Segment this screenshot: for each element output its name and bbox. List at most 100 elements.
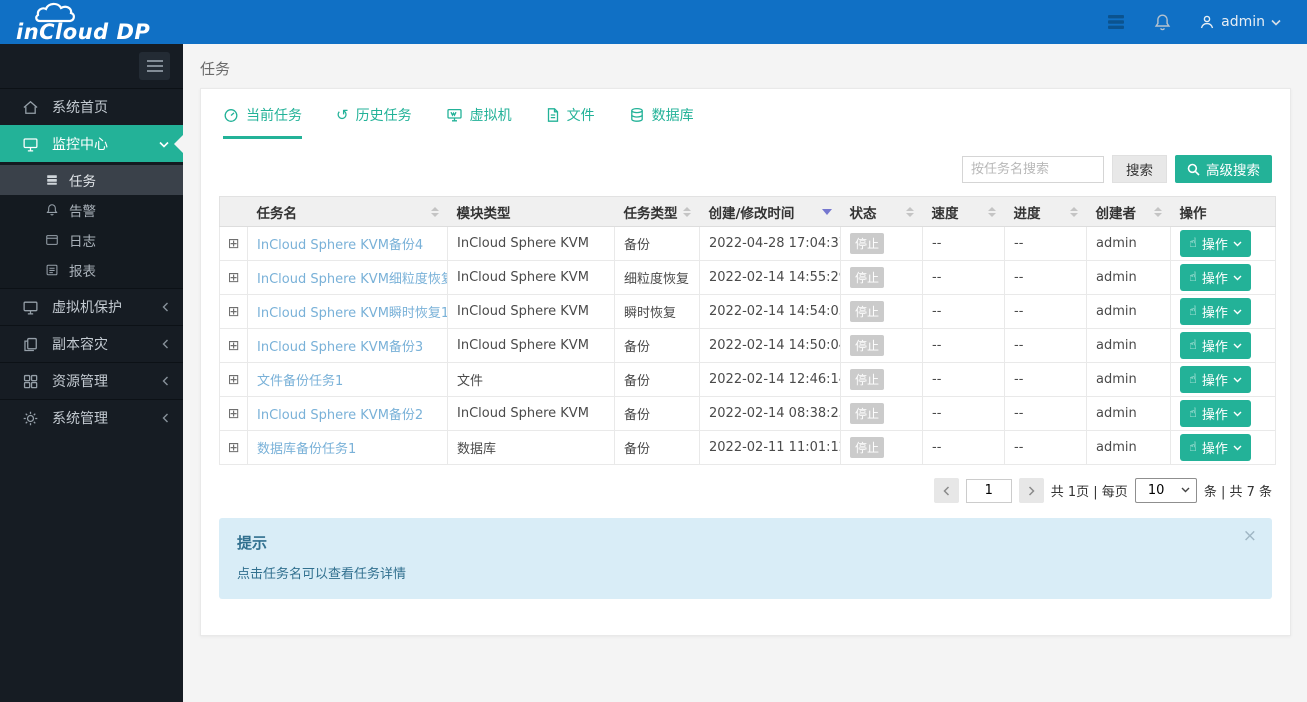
creator-cell: admin xyxy=(1086,328,1171,363)
main-content: 任务 当前任务 ↺ 历史任务 虚拟机 文件 数据库 按任务名搜索 搜索 高级搜索… xyxy=(183,44,1307,702)
sidebar-item-system-management[interactable]: 系统管理 xyxy=(0,399,183,436)
sidebar-item-alerts[interactable]: 告警 xyxy=(0,195,183,225)
expand-row-icon[interactable]: ⊞ xyxy=(228,406,240,422)
task-name-link[interactable]: InCloud Sphere KVM细粒度恢复1 xyxy=(257,272,447,287)
sidebar-item-replica-dr[interactable]: 副本容灾 xyxy=(0,325,183,362)
log-window-icon xyxy=(45,233,59,247)
created-time-cell: 2022-02-14 14:55:29 xyxy=(699,260,841,295)
sidebar-item-home[interactable]: 系统首页 xyxy=(0,88,183,125)
tab-label: 当前任务 xyxy=(246,108,302,124)
task-name-link[interactable]: 文件备份任务1 xyxy=(257,374,343,389)
chevron-down-icon xyxy=(1233,445,1242,450)
bell-icon xyxy=(45,203,59,217)
row-action-button[interactable]: ☝ 操作 xyxy=(1180,366,1251,393)
module-type-cell: 文件 xyxy=(447,362,615,397)
tab-label: 历史任务 xyxy=(355,108,412,124)
speed-cell: -- xyxy=(922,396,1005,431)
sidebar-item-tasks[interactable]: 任务 xyxy=(0,165,183,195)
tab-databases[interactable]: 数据库 xyxy=(629,105,694,139)
column-expand xyxy=(219,196,248,227)
status-badge: 停止 xyxy=(850,437,885,458)
row-action-button[interactable]: ☝ 操作 xyxy=(1180,298,1251,325)
column-creator[interactable]: 创建者 xyxy=(1086,196,1171,227)
progress-cell: -- xyxy=(1004,328,1087,363)
next-page-button[interactable] xyxy=(1018,478,1044,503)
servers-icon[interactable] xyxy=(1106,14,1126,30)
top-bar: inCloud DP admin xyxy=(0,0,1307,44)
tip-title: 提示 xyxy=(237,534,268,552)
task-search-input[interactable] xyxy=(962,155,1104,183)
module-type-cell: InCloud Sphere KVM xyxy=(447,328,615,363)
close-icon[interactable]: × xyxy=(1243,528,1257,545)
advanced-search-button[interactable]: 高级搜索 xyxy=(1175,155,1272,183)
task-name-link[interactable]: InCloud Sphere KVM备份4 xyxy=(257,238,423,253)
notifications-bell-icon[interactable] xyxy=(1154,13,1171,32)
column-created-time[interactable]: 创建/修改时间 xyxy=(699,196,841,227)
row-action-button[interactable]: ☝ 操作 xyxy=(1180,264,1251,291)
tab-history-tasks[interactable]: ↺ 历史任务 xyxy=(336,105,412,139)
row-action-button[interactable]: ☝ 操作 xyxy=(1180,400,1251,427)
chevron-down-icon xyxy=(1233,411,1242,416)
table-row: ⊞ InCloud Sphere KVM细粒度恢复1 InCloud Spher… xyxy=(219,260,1276,295)
module-type-cell: InCloud Sphere KVM xyxy=(447,260,615,295)
column-task-name[interactable]: 任务名 xyxy=(247,196,448,227)
row-action-button[interactable]: ☝ 操作 xyxy=(1180,332,1251,359)
module-type-cell: InCloud Sphere KVM xyxy=(447,396,615,431)
sidebar-collapse-button[interactable] xyxy=(139,52,170,80)
expand-row-icon[interactable]: ⊞ xyxy=(228,338,240,354)
status-badge: 停止 xyxy=(850,301,885,322)
expand-row-icon[interactable]: ⊞ xyxy=(228,270,240,286)
pagination: 共 1页 | 每页 10 条 | 共 7 条 xyxy=(219,478,1272,503)
task-name-link[interactable]: InCloud Sphere KVM瞬时恢复1 xyxy=(257,306,447,321)
sidebar-item-vm-protection[interactable]: 虚拟机保护 xyxy=(0,288,183,325)
page-number-input[interactable] xyxy=(965,478,1012,503)
user-menu[interactable]: admin xyxy=(1199,14,1281,30)
sidebar-item-label: 系统首页 xyxy=(52,100,108,116)
task-type-cell: 瞬时恢复 xyxy=(614,294,700,329)
expand-row-icon[interactable]: ⊞ xyxy=(228,440,240,456)
tab-bar: 当前任务 ↺ 历史任务 虚拟机 文件 数据库 xyxy=(219,103,1272,139)
prev-page-button[interactable] xyxy=(933,478,959,503)
report-icon xyxy=(45,263,59,277)
column-task-type[interactable]: 任务类型 xyxy=(614,196,700,227)
speed-cell: -- xyxy=(922,362,1005,397)
column-speed[interactable]: 速度 xyxy=(922,196,1005,227)
sidebar-item-logs[interactable]: 日志 xyxy=(0,225,183,255)
gear-icon xyxy=(22,410,39,427)
tab-current-tasks[interactable]: 当前任务 xyxy=(223,105,302,139)
app-logo: inCloud DP xyxy=(16,0,150,44)
file-icon xyxy=(546,107,560,123)
module-type-cell: InCloud Sphere KVM xyxy=(447,294,615,329)
module-type-cell: InCloud Sphere KVM xyxy=(447,226,615,261)
sidebar-item-monitoring-center[interactable]: 监控中心 xyxy=(0,125,183,162)
sidebar-item-label: 日志 xyxy=(69,234,96,250)
task-type-cell: 备份 xyxy=(614,362,700,397)
tab-files[interactable]: 文件 xyxy=(546,105,595,139)
per-page-select[interactable]: 10 xyxy=(1134,478,1197,503)
task-name-link[interactable]: InCloud Sphere KVM备份3 xyxy=(257,340,423,355)
tab-virtual-machines[interactable]: 虚拟机 xyxy=(446,105,512,139)
table-row: ⊞ InCloud Sphere KVM备份4 InCloud Sphere K… xyxy=(219,226,1276,261)
expand-row-icon[interactable]: ⊞ xyxy=(228,304,240,320)
chevron-down-icon xyxy=(1271,19,1281,26)
sidebar-item-label: 报表 xyxy=(69,264,96,280)
page-title: 任务 xyxy=(200,60,231,78)
column-module-type[interactable]: 模块类型 xyxy=(447,196,615,227)
home-icon xyxy=(22,99,39,116)
column-progress[interactable]: 进度 xyxy=(1004,196,1087,227)
task-name-link[interactable]: InCloud Sphere KVM备份2 xyxy=(257,408,423,423)
search-button[interactable]: 搜索 xyxy=(1112,155,1167,183)
advanced-search-label: 高级搜索 xyxy=(1206,163,1260,179)
action-label: 操作 xyxy=(1201,238,1228,253)
speed-cell: -- xyxy=(922,430,1005,465)
sidebar-item-label: 资源管理 xyxy=(52,374,108,390)
sidebar-item-resource-management[interactable]: 资源管理 xyxy=(0,362,183,399)
user-icon xyxy=(1200,15,1214,29)
expand-row-icon[interactable]: ⊞ xyxy=(228,236,240,252)
row-action-button[interactable]: ☝ 操作 xyxy=(1180,230,1251,257)
task-name-link[interactable]: 数据库备份任务1 xyxy=(257,442,356,457)
column-status[interactable]: 状态 xyxy=(840,196,923,227)
row-action-button[interactable]: ☝ 操作 xyxy=(1180,434,1251,461)
sidebar-item-reports[interactable]: 报表 xyxy=(0,255,183,285)
expand-row-icon[interactable]: ⊞ xyxy=(228,372,240,388)
